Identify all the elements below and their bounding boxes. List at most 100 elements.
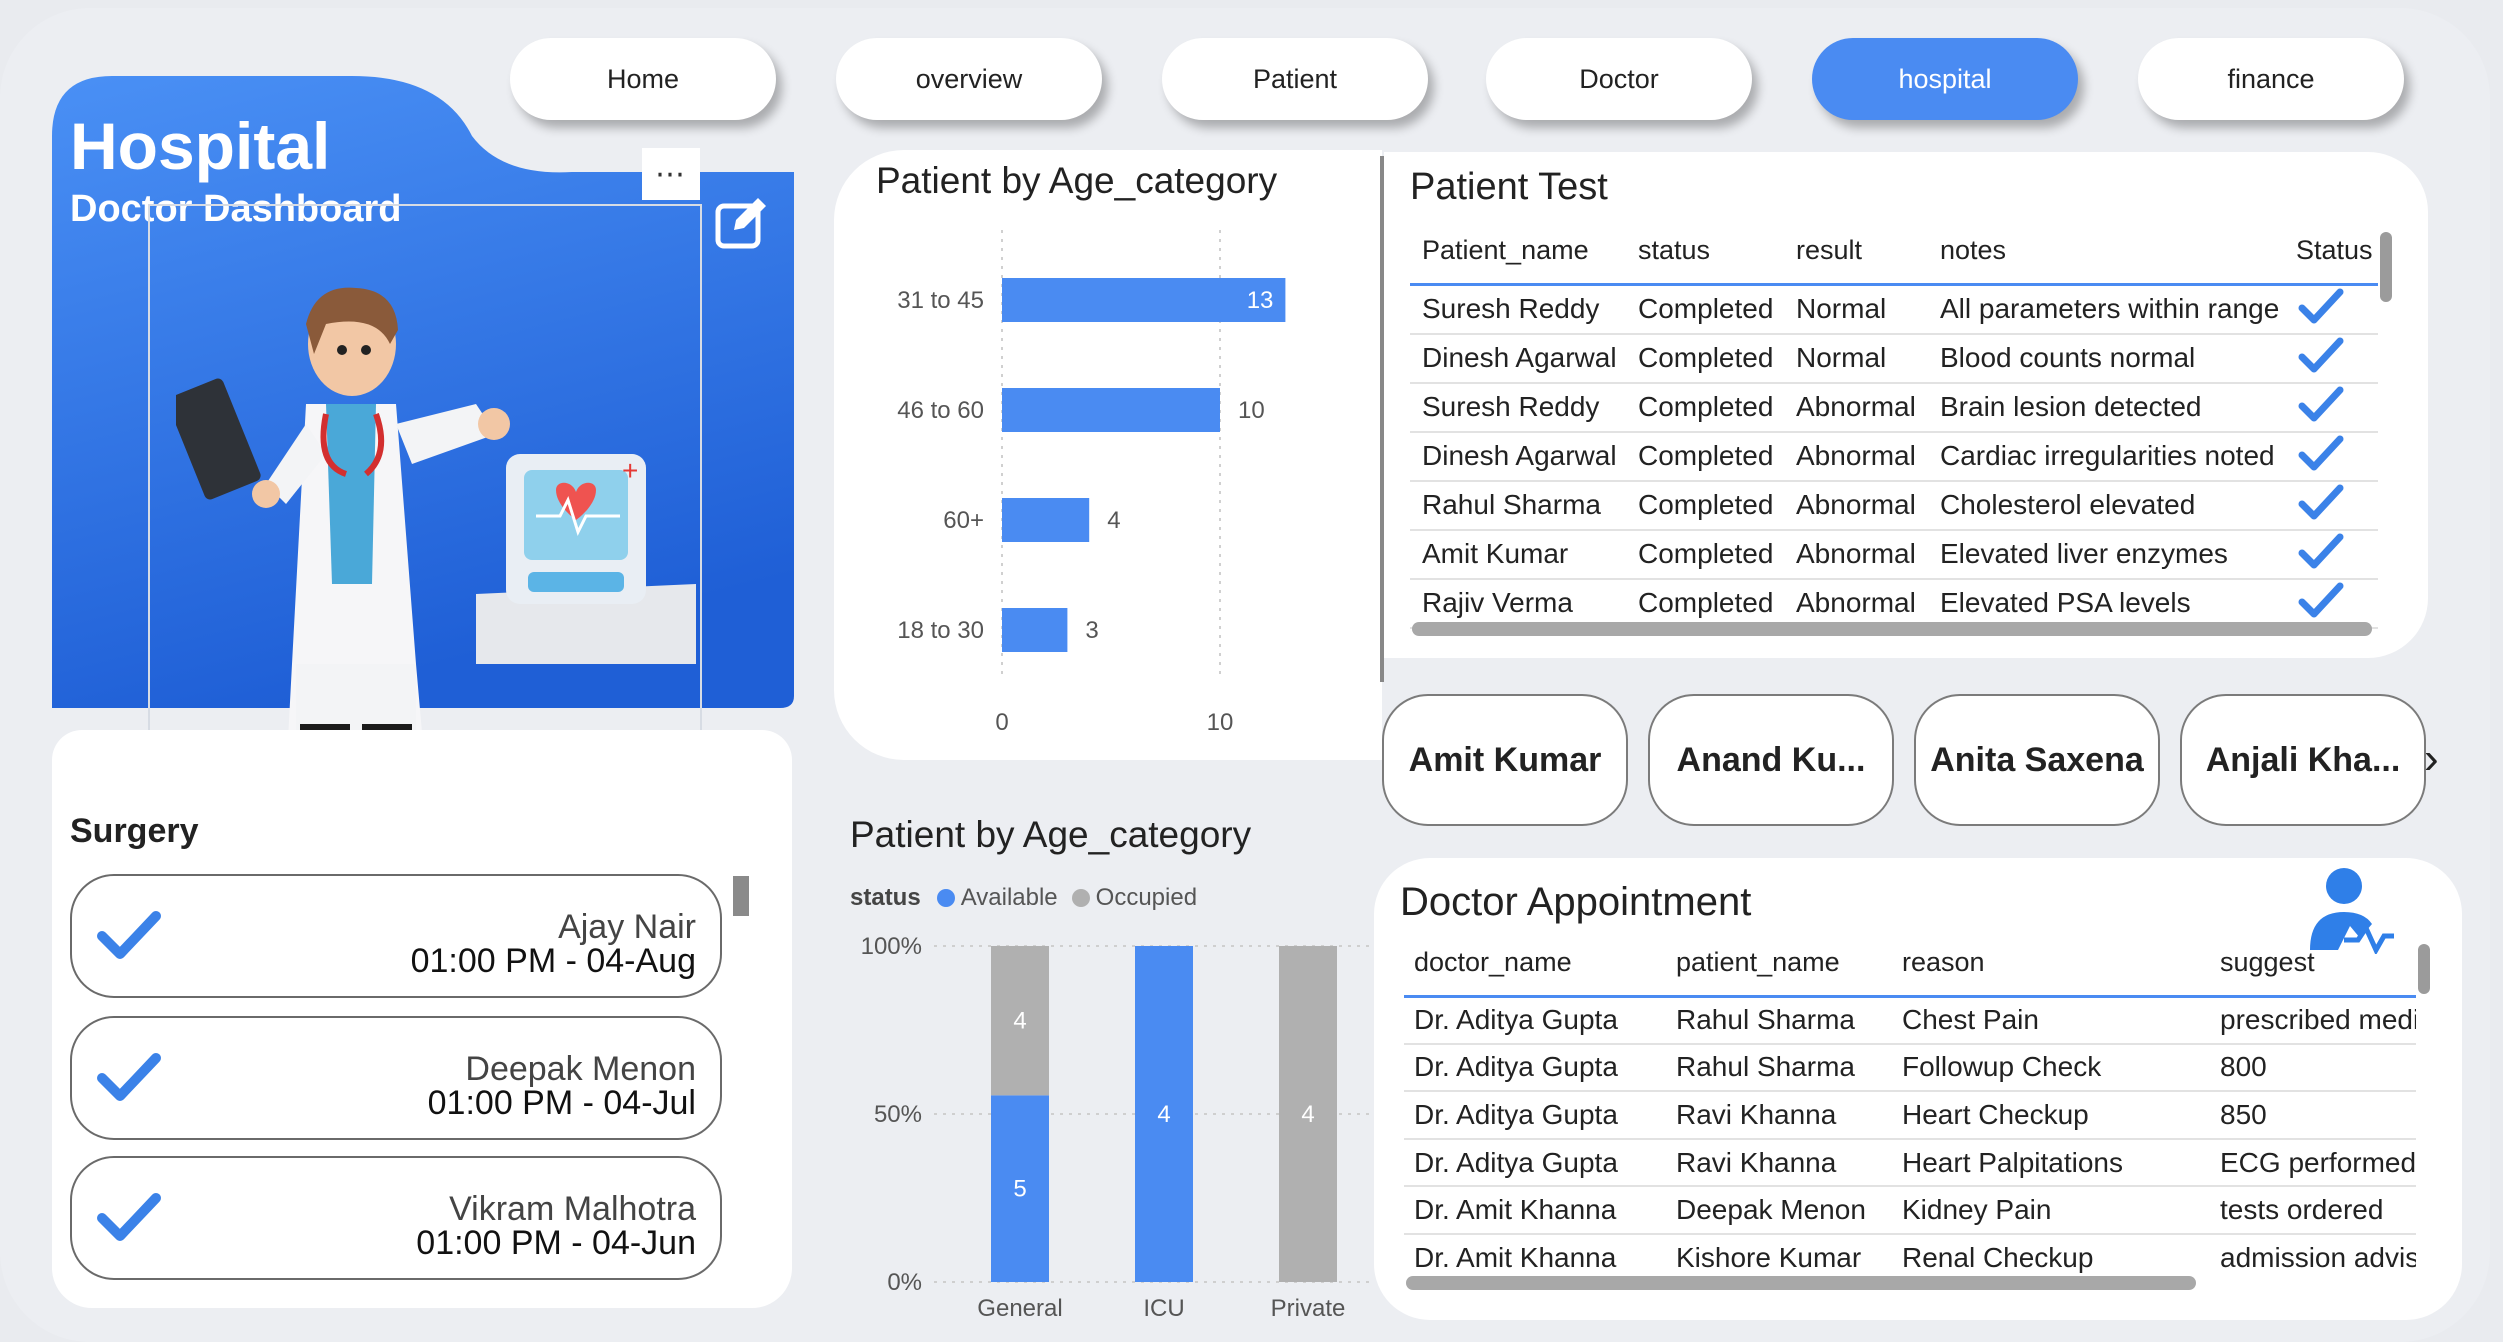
nav-patient-button[interactable]: Patient [1162,38,1428,120]
check-icon [2284,333,2378,384]
x-tick-label: General [977,1295,1062,1320]
column-header[interactable]: Patient_name [1410,218,1626,286]
table-row[interactable]: Suresh Reddy Completed Abnormal Brain lesio… [1410,382,2378,433]
table-cell: Rahul Sharma [1666,1043,1892,1093]
appointment-hscroll[interactable] [1406,1276,2196,1290]
check-icon [96,1184,162,1255]
table-cell: ECG performed [2210,1138,2416,1188]
surgery-time: 01:00 PM - 04-Jul [427,1084,696,1122]
status-chart-title: Patient by Age_category [850,814,1252,855]
table-row[interactable]: Dr. Aditya Gupta Ravi Khanna Heart Checkup… [1404,1091,2416,1140]
appointment-vscroll[interactable] [2418,944,2430,994]
appointment-title: Doctor Appointment [1400,880,1752,924]
column-header[interactable]: suggest [2210,930,2416,998]
table-row[interactable]: Dinesh Agarwal Completed Abnormal Cardiac i… [1410,431,2378,482]
table-cell: Dinesh Agarwal [1410,333,1626,384]
table-header-row: doctor_name patient_name reason suggest [1404,930,2416,998]
table-row[interactable]: Dinesh Agarwal Completed Normal Blood count… [1410,333,2378,384]
table-cell: prescribed medi [2210,996,2416,1045]
patient-test-hscroll[interactable] [1412,622,2372,636]
column-header[interactable]: doctor_name [1404,930,1666,998]
column-header[interactable]: reason [1892,930,2210,998]
table-row[interactable]: Dr. Amit Khanna Kishore Kumar Renal Checku… [1404,1233,2416,1278]
table-cell: Completed [1626,529,1784,580]
surgery-title: Surgery [70,812,199,850]
bar-data-label: 4 [1107,507,1120,534]
table-cell: Chest Pain [1892,996,2210,1045]
more-horizontal-icon[interactable]: ⋯ [642,148,700,200]
legend-dot-available [936,889,955,907]
column-header[interactable]: patient_name [1666,930,1892,998]
bar-data-label: 13 [1247,287,1274,314]
nav-overview-button[interactable]: overview [836,38,1102,120]
table-cell: Cholesterol elevated [1928,480,2284,531]
y-tick-label: 18 to 30 [897,617,984,644]
table-row[interactable]: Amit Kumar Completed Abnormal Elevated live… [1410,529,2378,580]
check-icon [96,1044,162,1115]
table-row[interactable]: Dr. Aditya Gupta Rahul Sharma Followup Che… [1404,1043,2416,1093]
column-header[interactable]: notes [1928,218,2284,286]
table-cell: Completed [1626,578,1784,629]
edit-icon[interactable] [712,192,772,252]
column-header[interactable]: Status [2284,218,2378,286]
legend-dot-occupied [1071,889,1090,907]
table-cell: Completed [1626,284,1784,335]
bar[interactable] [1002,388,1220,432]
table-cell: Dr. Amit Khanna [1404,1186,1666,1235]
chevron-right-icon[interactable]: › [2424,734,2439,784]
column-header[interactable]: result [1784,218,1928,286]
bar[interactable] [1002,278,1286,322]
bar[interactable] [1002,498,1090,542]
table-cell: tests ordered [2210,1186,2416,1235]
table-row[interactable]: Dr. Aditya Gupta Rahul Sharma Chest Pain pr… [1404,996,2416,1045]
patient-test-title: Patient Test [1410,166,1608,208]
surgery-time: 01:00 PM - 04-Jun [416,1224,696,1262]
table-cell: All parameters within range [1928,284,2284,335]
bar-data-label: 3 [1085,617,1098,644]
svg-text:+: + [622,455,638,486]
nav-hospital-button[interactable]: hospital [1812,38,2078,120]
table-cell: Dr. Aditya Gupta [1404,996,1666,1045]
table-cell: Completed [1626,431,1784,482]
table-cell: Elevated PSA levels [1928,578,2284,629]
surgery-item[interactable]: Deepak Menon 01:00 PM - 04-Jul [70,1016,722,1140]
table-cell: Abnormal [1784,382,1928,433]
table-cell: Brain lesion detected [1928,382,2284,433]
column-header[interactable]: status [1626,218,1784,286]
table-row[interactable]: Rajiv Verma Completed Abnormal Elevated PSA… [1410,578,2378,629]
legend-label-available: Available [960,884,1058,911]
doctor-card[interactable]: Anjali Kha... [2180,694,2426,826]
table-row[interactable]: Dr. Aditya Gupta Ravi Khanna Heart Palpita… [1404,1138,2416,1188]
y-tick-label: 0% [887,1269,922,1296]
surgery-scrollbar[interactable] [733,876,749,916]
table-cell: Rajiv Verma [1410,578,1626,629]
nav-doctor-button[interactable]: Doctor [1486,38,1752,120]
table-cell: Completed [1626,382,1784,433]
doctor-card[interactable]: Anand Ku... [1648,694,1894,826]
bar[interactable] [1002,608,1068,652]
table-cell: Dr. Aditya Gupta [1404,1138,1666,1188]
table-cell: Kishore Kumar [1666,1233,1892,1278]
table-cell: Blood counts normal [1928,333,2284,384]
status-stacked-bar-chart: 0% 50% 100% 5 4 General 4 ICU 4 Private [861,933,1374,1320]
table-cell: 850 [2210,1091,2416,1140]
y-tick-label: 50% [874,1101,922,1128]
table-row[interactable]: Rahul Sharma Completed Abnormal Cholesterol… [1410,480,2378,531]
table-cell: Renal Checkup [1892,1233,2210,1278]
status-legend: status Available Occupied [850,884,1197,912]
table-cell: Heart Palpitations [1892,1138,2210,1188]
nav-finance-button[interactable]: finance [2138,38,2404,120]
bar-data-label: 4 [1157,1101,1170,1128]
table-row[interactable]: Suresh Reddy Completed Normal All parameter… [1410,284,2378,335]
table-row[interactable]: Dr. Amit Khanna Deepak Menon Kidney Pain te… [1404,1186,2416,1235]
table-header-row: Patient_name status result notes Status [1410,218,2378,286]
age-category-bar-chart: 0 10 31 to 45 13 46 to 60 10 60+ 4 18 to 30 3 [897,230,1286,736]
x-tick-label: 0 [995,709,1008,736]
doctor-card[interactable]: Anita Saxena [1914,694,2160,826]
surgery-item[interactable]: Ajay Nair 01:00 PM - 04-Aug [70,874,722,998]
table-cell: Abnormal [1784,480,1928,531]
table-cell: admission advise [2210,1233,2416,1278]
surgery-item[interactable]: Vikram Malhotra 01:00 PM - 04-Jun [70,1156,722,1280]
patient-test-vscroll[interactable] [2380,232,2392,302]
doctor-card[interactable]: Amit Kumar [1382,694,1628,826]
